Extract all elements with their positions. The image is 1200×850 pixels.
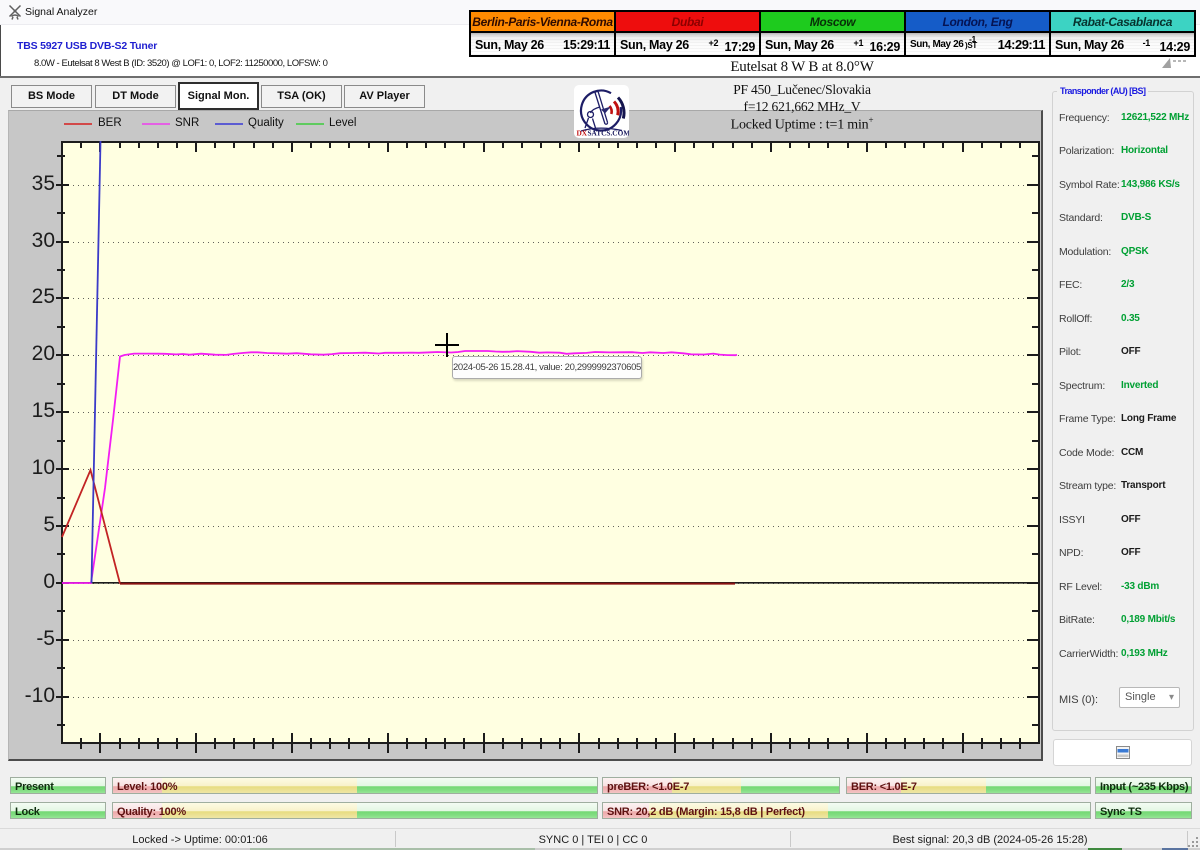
svg-text:DX: DX	[577, 129, 588, 138]
svg-text:SATCS.COM: SATCS.COM	[588, 129, 630, 138]
